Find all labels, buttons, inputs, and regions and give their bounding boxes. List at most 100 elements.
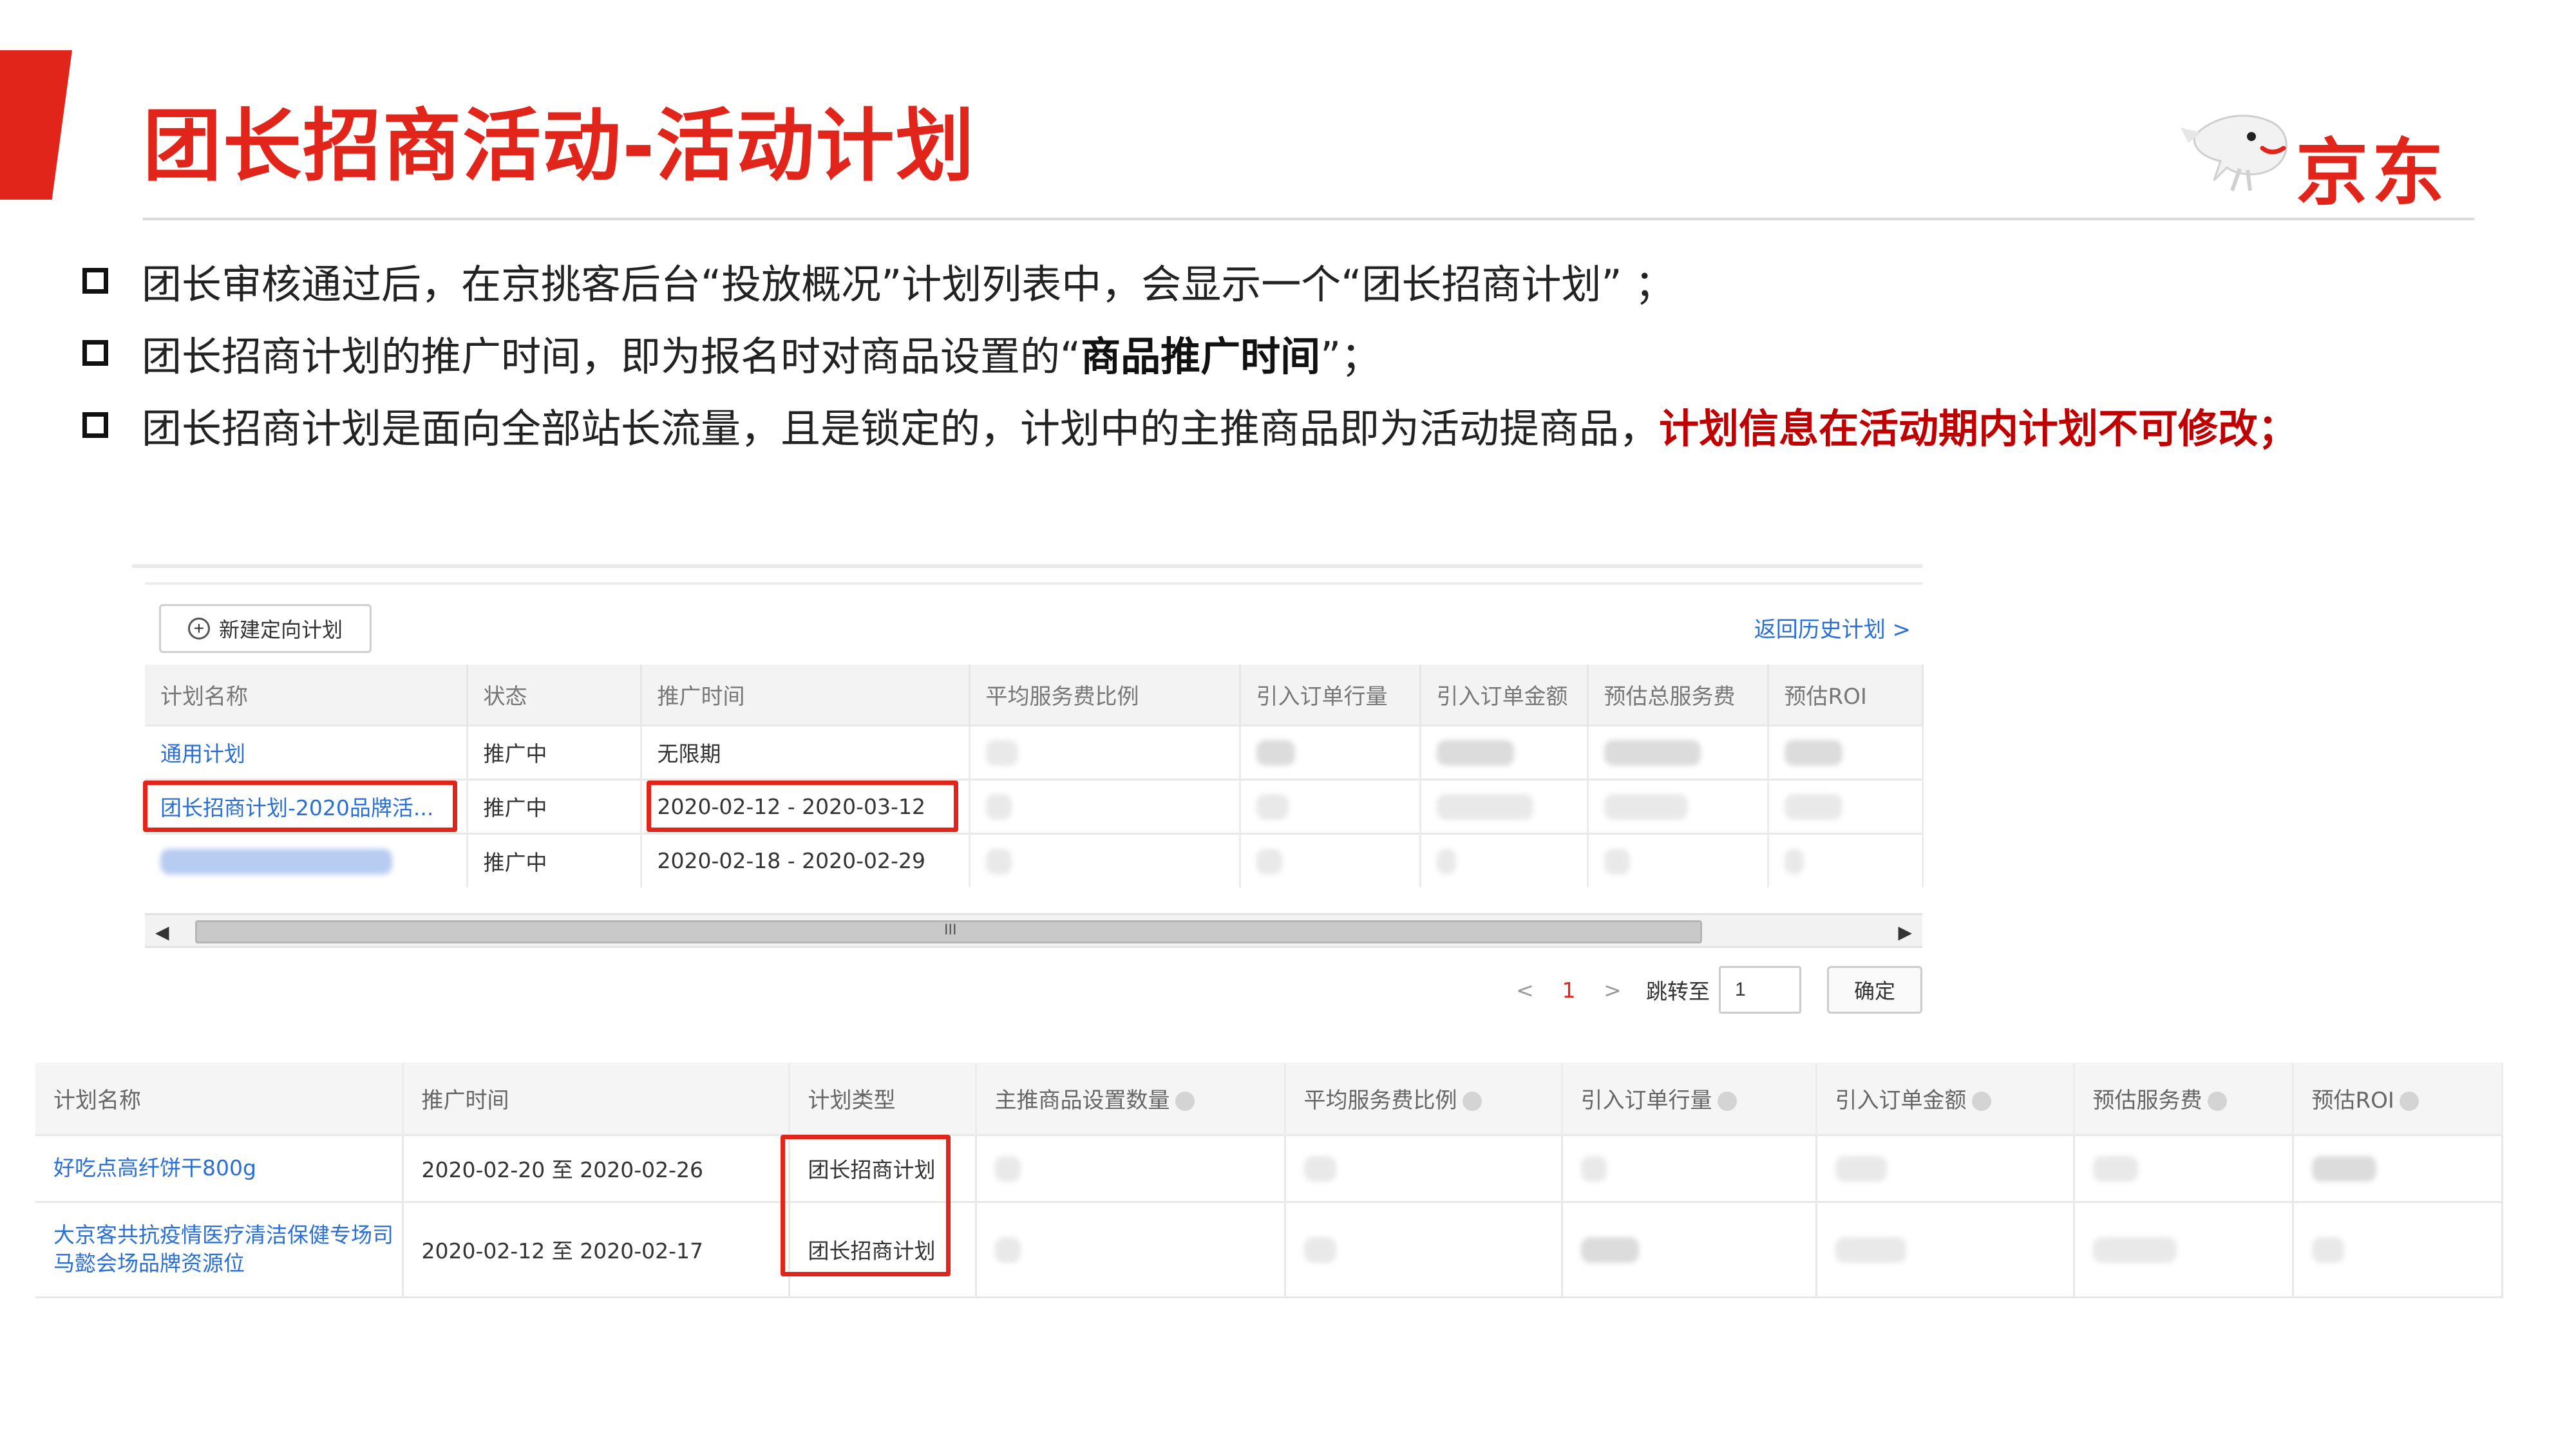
square-bullet-icon (82, 340, 108, 366)
table-row: 推广中 2020-02-18 - 2020-02-29 (145, 832, 1924, 887)
table-header-row: 计划名称 状态 推广时间 平均服务费比例 引入订单行量 引入订单金额 预估总服务… (145, 665, 1924, 725)
plan-time: 2020-02-20 至 2020-02-26 (402, 1133, 790, 1203)
column-header: 预估总服务费 (1587, 665, 1769, 725)
table-row: 好吃点高纤饼干800g 2020-02-20 至 2020-02-26 团长招商… (35, 1133, 2503, 1203)
slide-title: 团长招商活动-活动计划 (143, 100, 976, 192)
highlight-plan-time (647, 781, 958, 832)
column-header: 引入订单行量 (1562, 1063, 1817, 1135)
redacted-cell (976, 1200, 1286, 1298)
bullet-text: 团长审核通过后，在京挑客后台“投放概况”计划列表中，会显示一个“团长招商计划” … (142, 261, 1675, 308)
confirm-jump-button[interactable]: 确定 (1827, 966, 1922, 1014)
column-header-label: 平均服务费比例 (1303, 1087, 1457, 1113)
column-header: 预估ROI (1768, 665, 1924, 725)
plus-circle-icon: + (187, 618, 210, 639)
jump-page-input[interactable] (1719, 966, 1801, 1014)
column-header: 预估ROI (2293, 1063, 2503, 1135)
highlight-plan-type (781, 1135, 951, 1276)
redacted-cell (1562, 1200, 1817, 1298)
plan-name-link[interactable]: 通用计划 (145, 724, 468, 779)
redacted-cell (2074, 1133, 2294, 1203)
column-header: 平均服务费比例 (1285, 1063, 1563, 1135)
plan-list-table: 计划名称 状态 推广时间 平均服务费比例 引入订单行量 引入订单金额 预估总服务… (145, 665, 1924, 887)
redacted-plan-name (145, 832, 468, 887)
current-page[interactable]: 1 (1547, 978, 1591, 1003)
help-icon[interactable] (1971, 1092, 1991, 1112)
highlight-plan-name (143, 781, 457, 832)
bullet-warning: 计划信息在活动期内计划不可修改； (1659, 405, 2298, 452)
plan-status: 推广中 (467, 778, 642, 833)
table-row: 大京客共抗疫情医疗清洁保健专场司马懿会场品牌资源位 2020-02-12 至 2… (35, 1200, 2503, 1298)
redacted-cell (1816, 1200, 2075, 1298)
bullet-item: 团长审核通过后，在京挑客后台“投放概况”计划列表中，会显示一个“团长招商计划” … (82, 245, 2497, 317)
prev-page-icon[interactable]: < (1503, 978, 1547, 1003)
help-icon[interactable] (2399, 1092, 2419, 1112)
help-icon[interactable] (2207, 1092, 2227, 1112)
column-header-label: 预估ROI (2311, 1087, 2394, 1113)
redacted-cell (1285, 1133, 1563, 1203)
column-header: 引入订单行量 (1240, 665, 1421, 725)
pagination: < 1 > 跳转至 确定 (1503, 966, 1922, 1014)
plan-name-link[interactable]: 大京客共抗疫情医疗清洁保健专场司马懿会场品牌资源位 (35, 1200, 404, 1298)
redacted-cell (1285, 1200, 1563, 1298)
plan-detail-screenshot: 计划名称 推广时间 计划类型 主推商品设置数量 平均服务费比例 引入订单行量 引… (35, 1063, 2503, 1305)
redacted-cell (1768, 832, 1924, 887)
scroll-left-arrow-icon[interactable]: ◀ (155, 922, 169, 943)
scroll-right-arrow-icon[interactable]: ▶ (1898, 922, 1912, 943)
column-header: 推广时间 (402, 1063, 790, 1135)
plan-detail-table: 计划名称 推广时间 计划类型 主推商品设置数量 平均服务费比例 引入订单行量 引… (35, 1063, 2503, 1298)
redacted-cell (976, 1133, 1286, 1203)
redacted-cell (1240, 778, 1421, 833)
horizontal-scrollbar[interactable]: ◀ III ▶ (145, 913, 1922, 948)
bullet-emphasis: 商品推广时间 (1081, 333, 1321, 380)
plan-name-link[interactable]: 好吃点高纤饼干800g (35, 1133, 404, 1203)
redacted-cell (1587, 724, 1769, 779)
column-header-label: 引入订单行量 (1580, 1087, 1712, 1113)
redacted-cell (1420, 832, 1589, 887)
scroll-thumb[interactable]: III (195, 920, 1702, 943)
bullet-item: 团长招商计划是面向全部站长流量，且是锁定的，计划中的主推商品即为活动提商品， 计划… (82, 389, 2497, 461)
bullet-text: 团长招商计划的推广时间，即为报名时对商品设置的“ (142, 333, 1081, 380)
redacted-cell (2293, 1133, 2503, 1203)
redacted-cell (2074, 1200, 2294, 1298)
redacted-cell (1420, 724, 1589, 779)
history-plans-link[interactable]: 返回历史计划 > (1754, 612, 1911, 643)
column-header-label: 引入订单金额 (1835, 1087, 1967, 1113)
column-header: 计划类型 (789, 1063, 977, 1135)
redacted-cell (1240, 832, 1421, 887)
panel-top-border (145, 582, 1922, 585)
column-header: 平均服务费比例 (969, 665, 1241, 725)
bullet-item: 团长招商计划的推广时间，即为报名时对商品设置的“ 商品推广时间”； (82, 317, 2497, 389)
column-header: 预估服务费 (2074, 1063, 2294, 1135)
new-targeted-plan-button[interactable]: + 新建定向计划 (159, 604, 372, 653)
redacted-cell (1420, 778, 1589, 833)
bullet-list: 团长审核通过后，在京挑客后台“投放概况”计划列表中，会显示一个“团长招商计划” … (82, 245, 2497, 461)
redacted-cell (1768, 724, 1924, 779)
jump-to-label: 跳转至 (1646, 979, 1710, 1004)
help-icon[interactable] (1175, 1092, 1195, 1112)
bullet-text-tail: ”； (1320, 333, 1381, 380)
column-header: 引入订单金额 (1816, 1063, 2075, 1135)
column-header-label: 主推商品设置数量 (994, 1087, 1170, 1113)
title-accent-bar (0, 50, 72, 200)
plan-time: 2020-02-18 - 2020-02-29 (641, 832, 971, 887)
column-header: 引入订单金额 (1420, 665, 1589, 725)
redacted-cell (969, 778, 1241, 833)
plan-time: 无限期 (641, 724, 971, 779)
redacted-cell (969, 724, 1241, 779)
column-header: 推广时间 (641, 665, 971, 725)
redacted-cell (1240, 724, 1421, 779)
plan-status: 推广中 (467, 832, 642, 887)
plan-time: 2020-02-12 至 2020-02-17 (402, 1200, 790, 1298)
brand-wordmark: 京东 (2296, 131, 2448, 215)
column-header: 状态 (467, 665, 642, 725)
column-header: 主推商品设置数量 (976, 1063, 1286, 1135)
column-header: 计划名称 (145, 665, 468, 725)
help-icon[interactable] (1717, 1092, 1737, 1112)
bullet-text: 团长招商计划是面向全部站长流量，且是锁定的，计划中的主推商品即为活动提商品， (142, 405, 1660, 452)
new-plan-label: 新建定向计划 (218, 618, 343, 641)
redacted-cell (1816, 1133, 2075, 1203)
square-bullet-icon (82, 268, 108, 294)
help-icon[interactable] (1462, 1092, 1482, 1112)
redacted-cell (2293, 1200, 2503, 1298)
next-page-icon[interactable]: > (1591, 978, 1634, 1003)
